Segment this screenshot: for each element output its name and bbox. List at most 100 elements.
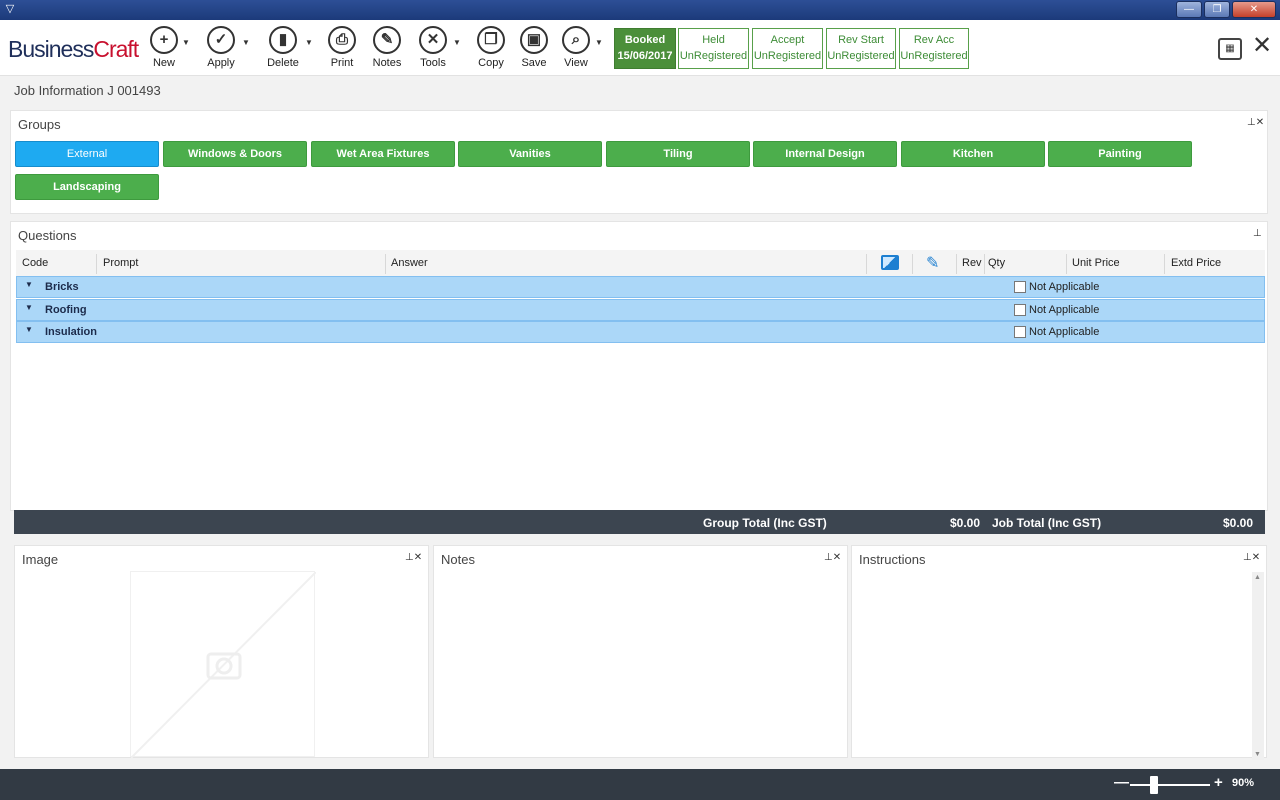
status-held[interactable]: Held UnRegistered — [678, 28, 749, 69]
notes-button[interactable]: ✎ Notes — [364, 26, 410, 72]
col-qty[interactable]: Qty — [988, 257, 1005, 269]
magnifier-icon: ⌕ — [562, 26, 590, 54]
scroll-up-icon[interactable]: ▲ — [1254, 574, 1261, 581]
zoom-slider-thumb[interactable] — [1150, 776, 1158, 794]
question-row-bricks[interactable]: ▼ Bricks Not Applicable — [16, 276, 1265, 298]
group-windows-doors[interactable]: Windows & Doors — [163, 141, 307, 167]
row-code: Roofing — [45, 304, 87, 316]
col-separator — [866, 254, 867, 274]
status-rev-start[interactable]: Rev Start UnRegistered — [826, 28, 896, 69]
groups-panel: Groups ⊥✕ External Windows & Doors Wet A… — [10, 110, 1268, 214]
group-wet-area-fixtures[interactable]: Wet Area Fixtures — [311, 141, 455, 167]
zoom-level: 90% — [1232, 777, 1255, 789]
apply-label: Apply — [207, 57, 235, 69]
status-accept-value: UnRegistered — [753, 50, 822, 62]
not-applicable-label: Not Applicable — [1029, 281, 1100, 293]
group-painting[interactable]: Painting — [1048, 141, 1192, 167]
notes-label: Notes — [372, 57, 402, 69]
image-panel: Image ⊥✕ — [14, 545, 429, 759]
status-held-value: UnRegistered — [679, 50, 748, 62]
col-separator — [1066, 254, 1067, 274]
group-vanities[interactable]: Vanities — [458, 141, 602, 167]
tools-label: Tools — [420, 57, 446, 69]
col-code[interactable]: Code — [22, 257, 48, 269]
not-applicable-checkbox[interactable] — [1014, 281, 1026, 293]
new-dropdown-caret[interactable]: ▼ — [182, 38, 190, 47]
close-job-button[interactable]: ✕ — [1252, 34, 1272, 58]
not-applicable-checkbox[interactable] — [1014, 304, 1026, 316]
col-separator — [1164, 254, 1165, 274]
group-total-label: Group Total (Inc GST) — [703, 516, 827, 530]
question-row-insulation[interactable]: ▼ Insulation Not Applicable — [16, 321, 1265, 343]
expand-caret-icon[interactable]: ▼ — [25, 303, 33, 312]
job-information-title: Job Information J 001493 — [14, 83, 161, 98]
instructions-title: Instructions — [859, 552, 926, 567]
window-title-bar: ▽ — ❐ ✕ — [0, 0, 1280, 20]
view-dropdown-caret[interactable]: ▼ — [595, 38, 603, 47]
tools-dropdown-caret[interactable]: ▼ — [453, 38, 461, 47]
copy-button[interactable]: ❐ Copy — [468, 26, 514, 72]
image-placeholder-icon — [130, 571, 317, 759]
tools-icon: ✕ — [419, 26, 447, 54]
status-booked[interactable]: Booked 15/06/2017 — [614, 28, 676, 69]
delete-dropdown-caret[interactable]: ▼ — [305, 38, 313, 47]
zoom-slider-track[interactable] — [1130, 784, 1210, 786]
group-external[interactable]: External — [15, 141, 159, 167]
groups-pin-close-icon[interactable]: ⊥✕ — [1247, 117, 1264, 128]
image-placeholder[interactable] — [130, 571, 317, 759]
status-rev-start-value: UnRegistered — [827, 50, 895, 62]
delete-button[interactable]: ▮ Delete — [260, 26, 306, 72]
minimize-button[interactable]: — — [1176, 1, 1202, 18]
scroll-down-icon[interactable]: ▼ — [1254, 751, 1261, 758]
group-tiling[interactable]: Tiling — [606, 141, 750, 167]
group-landscaping[interactable]: Landscaping — [15, 174, 159, 200]
group-internal-design[interactable]: Internal Design — [753, 141, 897, 167]
image-column-icon[interactable] — [881, 255, 899, 270]
save-button[interactable]: ▣ Save — [511, 26, 557, 72]
new-button[interactable]: + New — [141, 26, 187, 72]
apply-dropdown-caret[interactable]: ▼ — [242, 38, 250, 47]
zoom-out-button[interactable]: — — [1114, 775, 1129, 791]
expand-caret-icon[interactable]: ▼ — [25, 280, 33, 289]
notes-text-area[interactable] — [436, 571, 845, 756]
instructions-pin-close-icon[interactable]: ⊥✕ — [1243, 552, 1260, 563]
status-bar: — + 90% — [0, 769, 1280, 800]
expand-caret-icon[interactable]: ▼ — [25, 325, 33, 334]
tools-button[interactable]: ✕ Tools — [410, 26, 456, 72]
col-extd-price[interactable]: Extd Price — [1171, 257, 1221, 269]
questions-pin-icon[interactable]: ⊥ — [1253, 228, 1262, 239]
edit-column-icon[interactable]: ✎ — [926, 253, 939, 273]
not-applicable-label: Not Applicable — [1029, 326, 1100, 338]
view-button[interactable]: ⌕ View — [553, 26, 599, 72]
save-label: Save — [521, 57, 547, 69]
calendar-icon[interactable]: ▦ — [1218, 38, 1242, 60]
col-answer[interactable]: Answer — [391, 257, 428, 269]
close-window-button[interactable]: ✕ — [1232, 1, 1276, 18]
not-applicable-checkbox[interactable] — [1014, 326, 1026, 338]
instructions-panel: Instructions ⊥✕ ▲ ▼ — [851, 545, 1267, 760]
questions-grid-header: Code Prompt Answer ✎ Rev Qty Unit Price … — [16, 250, 1265, 278]
notes-pin-close-icon[interactable]: ⊥✕ — [824, 552, 841, 563]
image-pin-close-icon[interactable]: ⊥✕ — [405, 552, 422, 563]
apply-button[interactable]: ✓ Apply — [198, 26, 244, 72]
status-accept[interactable]: Accept UnRegistered — [752, 28, 823, 69]
zoom-in-button[interactable]: + — [1214, 775, 1223, 791]
instructions-scrollbar[interactable]: ▲ ▼ — [1252, 572, 1264, 760]
col-separator — [96, 254, 97, 274]
maximize-button[interactable]: ❐ — [1204, 1, 1230, 18]
groups-title: Groups — [18, 117, 61, 132]
col-separator — [984, 254, 985, 274]
instructions-text-area[interactable] — [854, 571, 1250, 756]
print-button[interactable]: ⎙ Print — [319, 26, 365, 72]
row-code: Insulation — [45, 326, 97, 338]
status-rev-acc[interactable]: Rev Acc UnRegistered — [899, 28, 969, 69]
toolbar: BusinessCraft + New ▼ ✓ Apply ▼ ▮ Delete ▼ … — [0, 20, 1280, 76]
col-prompt[interactable]: Prompt — [103, 257, 138, 269]
col-unit-price[interactable]: Unit Price — [1072, 257, 1120, 269]
question-row-roofing[interactable]: ▼ Roofing Not Applicable — [16, 299, 1265, 321]
status-booked-date: 15/06/2017 — [617, 50, 673, 62]
group-kitchen[interactable]: Kitchen — [901, 141, 1045, 167]
col-rev[interactable]: Rev — [962, 257, 982, 269]
trash-icon: ▮ — [269, 26, 297, 54]
new-label: New — [152, 57, 175, 69]
